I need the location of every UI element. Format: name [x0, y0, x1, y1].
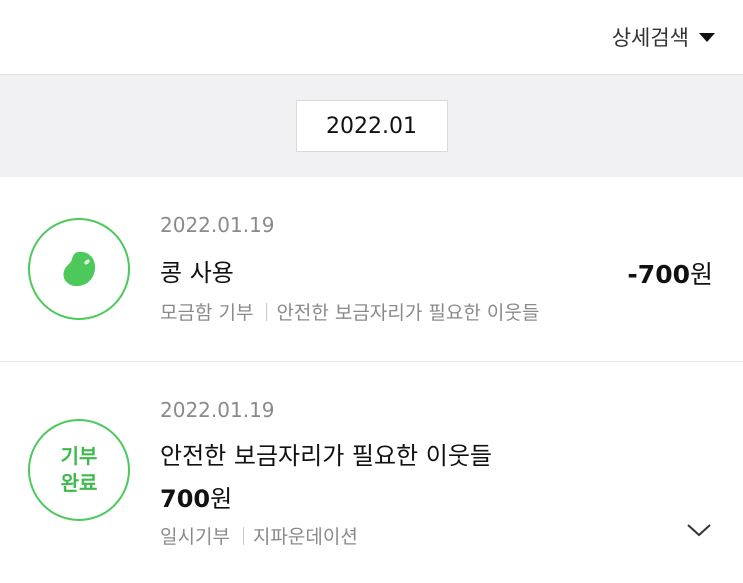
donation-complete-badge: 기부 완료 — [28, 419, 130, 521]
chevron-down-icon[interactable] — [685, 519, 713, 539]
month-selector[interactable]: 2022.01 — [295, 100, 448, 152]
badge-line-2: 완료 — [60, 471, 98, 495]
detail-search-button[interactable]: 상세검색 — [612, 22, 715, 52]
entry-title: 안전한 보금자리가 필요한 이웃들 — [160, 442, 493, 470]
meta-divider — [266, 302, 268, 321]
caret-down-icon — [699, 32, 715, 42]
entry-amount: 700원 — [160, 479, 232, 514]
month-band: 2022.01 — [0, 75, 743, 177]
history-entry[interactable]: 2022.01.19 콩 사용 모금함 기부 안전한 보금자리가 필요한 이웃들… — [0, 177, 743, 362]
entry-organization: 지파운데이션 — [252, 526, 358, 548]
entry-type: 일시기부 — [160, 526, 230, 548]
detail-search-label: 상세검색 — [611, 26, 689, 50]
history-entry[interactable]: 기부 완료 2022.01.19 안전한 보금자리가 필요한 이웃들 700원 … — [0, 362, 743, 583]
entry-meta: 일시기부 지파운데이션 — [160, 522, 358, 549]
entry-date: 2022.01.19 — [160, 213, 275, 237]
entry-meta: 모금함 기부 안전한 보금자리가 필요한 이웃들 — [160, 298, 539, 325]
amount-unit: 원 — [689, 260, 713, 289]
entry-amount: -700원 — [627, 255, 713, 291]
amount-number: -700 — [627, 260, 690, 289]
badge-line-1: 기부 — [60, 444, 98, 468]
entry-date: 2022.01.19 — [160, 398, 275, 422]
bean-icon — [63, 251, 96, 287]
meta-divider — [242, 526, 244, 545]
amount-number: 700 — [160, 485, 211, 513]
entry-title: 콩 사용 — [160, 259, 234, 287]
amount-unit: 원 — [210, 485, 233, 513]
entry-type: 모금함 기부 — [160, 302, 254, 324]
bean-badge — [28, 218, 130, 320]
entry-campaign: 안전한 보금자리가 필요한 이웃들 — [276, 302, 540, 324]
top-bar: 상세검색 — [0, 0, 743, 75]
